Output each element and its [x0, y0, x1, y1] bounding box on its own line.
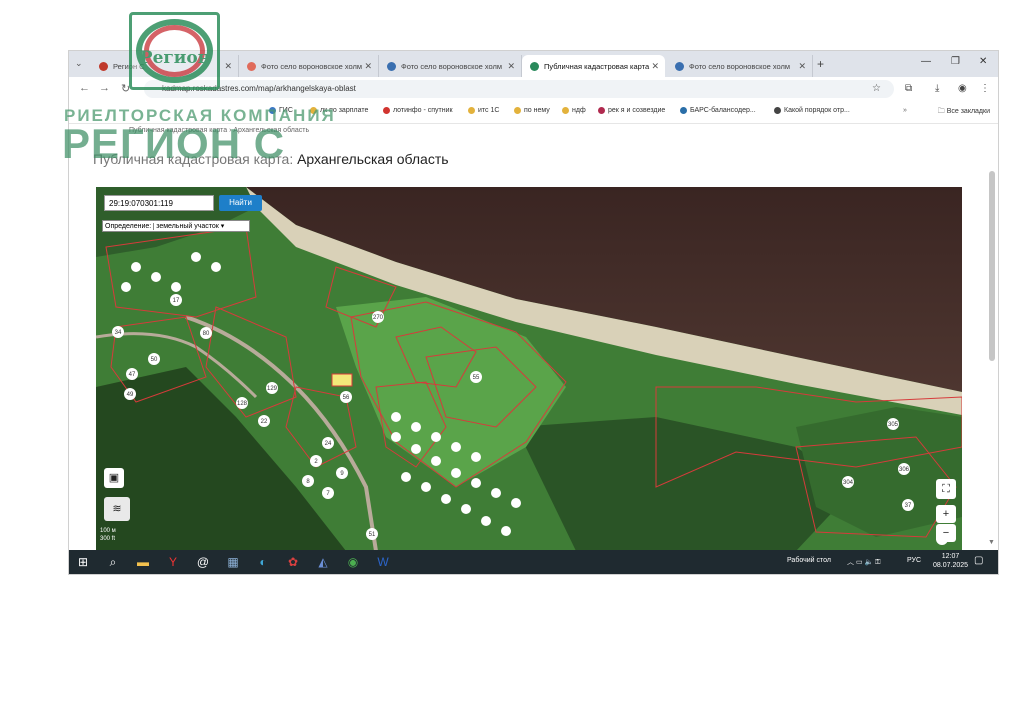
folder-icon	[562, 107, 569, 114]
fullscreen-icon[interactable]: ⛶	[936, 479, 956, 499]
close-tab-icon[interactable]: ✕	[651, 61, 659, 72]
parcel-label: 34	[115, 330, 122, 336]
satellite-imagery: 270 55 56 305 306 304 37 51 41 49 47 50 …	[96, 187, 962, 551]
browser-tab[interactable]: Фото село вороновское холм ✕	[379, 55, 522, 77]
more-bookmarks-icon[interactable]: »	[903, 107, 907, 114]
bookmark-icon	[774, 107, 781, 114]
parcel-label: 306	[899, 467, 910, 473]
calculator-icon[interactable]: ▦	[225, 554, 241, 570]
clock[interactable]: 12:07 08.07.2025	[933, 552, 968, 570]
tab-favicon-icon	[675, 61, 684, 71]
chevron-down-icon: ▾	[220, 223, 225, 230]
download-icon[interactable]: ⤓	[935, 83, 939, 94]
parcel-label: 49	[127, 392, 134, 398]
bookmark-item[interactable]: ндф	[562, 107, 586, 114]
parcel-label: 305	[888, 422, 899, 428]
zoom-out-button[interactable]: −	[936, 524, 956, 542]
parcel-label: 17	[173, 298, 180, 304]
chrome-icon[interactable]: ◉	[345, 554, 361, 570]
bookmark-item[interactable]: лотинфо - спутник	[383, 107, 453, 114]
zoom-in-button[interactable]: +	[936, 505, 956, 523]
scroll-down-icon[interactable]: ▼	[988, 539, 995, 546]
bookmark-item[interactable]: БАРС-балансодер...	[680, 107, 756, 114]
parcel-label: 22	[261, 419, 268, 425]
watermark-title: РЕГИОН С	[62, 120, 286, 167]
tab-favicon-icon	[247, 61, 256, 71]
all-bookmarks-folder[interactable]: 🗀 Все закладки	[938, 107, 990, 118]
mail-icon[interactable]: @	[195, 554, 211, 570]
parcel-label: 128	[237, 401, 248, 407]
cadastral-number-input[interactable]: 29:19:070301:119	[104, 195, 214, 211]
new-tab-button[interactable]: +	[817, 57, 824, 71]
forward-icon[interactable]: →	[99, 82, 110, 94]
parcel-label: 24	[325, 441, 332, 447]
edge-icon[interactable]: ◐	[255, 554, 271, 570]
parcel-label: 270	[373, 315, 384, 321]
yandex-browser-icon[interactable]: Y	[165, 554, 181, 570]
close-window-icon[interactable]: ✕	[979, 56, 987, 67]
windows-start-icon[interactable]: ⊞	[75, 554, 91, 570]
parcel-label: 80	[203, 331, 210, 337]
app-icon[interactable]: ◭	[315, 554, 331, 570]
tab-favicon-icon	[530, 61, 539, 71]
parcel-label: 47	[129, 372, 136, 378]
map-scale: 100 м 300 ft	[100, 527, 116, 543]
address-bar[interactable]: kadmap.roskadastres.com/map/arkhangelska…	[144, 80, 894, 98]
tab-favicon-icon	[387, 61, 396, 71]
tab-favicon-icon	[99, 61, 108, 71]
search-icon[interactable]: ⌕	[105, 554, 121, 570]
bookmark-item[interactable]: по нему	[514, 107, 550, 114]
extensions-icon[interactable]: ⧉	[905, 83, 912, 94]
definition-select[interactable]: Определение: земельный участок ▾	[102, 220, 250, 232]
back-icon[interactable]: ←	[79, 82, 90, 94]
folder-icon	[468, 107, 475, 114]
bookmark-item[interactable]: рек я и созвездие	[598, 107, 665, 114]
close-tab-icon[interactable]: ✕	[507, 61, 515, 72]
bookmark-star-icon[interactable]: ☆	[872, 83, 881, 94]
windows-taskbar: ⊞ ⌕ ▬ Y @ ▦ ◐ ✿ ◭ ◉ W Рабочий стол ︿ ▭ 🔈…	[69, 550, 998, 574]
close-tab-icon[interactable]: ✕	[364, 61, 372, 72]
language-indicator[interactable]: РУС	[907, 557, 921, 564]
parcel-label: 129	[267, 386, 278, 392]
word-icon[interactable]: W	[375, 554, 391, 570]
desktop-label[interactable]: Рабочий стол	[787, 557, 831, 564]
browser-tab-active[interactable]: Публичная кадастровая карта ✕	[522, 55, 665, 77]
bookmark-icon	[383, 107, 390, 114]
menu-icon[interactable]: ⋮	[980, 83, 990, 94]
app-icon[interactable]: ✿	[285, 554, 301, 570]
tab-search-icon[interactable]: ⌄	[75, 58, 83, 69]
cadastral-map[interactable]: 270 55 56 305 306 304 37 51 41 49 47 50 …	[96, 187, 962, 551]
bookmark-icon	[680, 107, 687, 114]
parcel-label: 51	[369, 532, 376, 538]
parcel-label: 304	[843, 480, 854, 486]
profile-icon[interactable]: ◉	[958, 83, 967, 94]
parcel-label: 56	[343, 395, 350, 401]
browser-tab[interactable]: Фото село вороновское холм ✕	[239, 55, 379, 77]
bookmark-item[interactable]: итс 1С	[468, 107, 499, 114]
layers-icon[interactable]: ≋	[104, 497, 130, 521]
parcel-label: 50	[151, 357, 158, 363]
browser-tab[interactable]: Фото село вороновское холм ✕	[667, 55, 813, 77]
folder-icon	[514, 107, 521, 114]
file-explorer-icon[interactable]: ▬	[135, 554, 151, 570]
notification-icon[interactable]: ▢	[974, 555, 983, 566]
scale-metric: 100 м	[100, 528, 116, 534]
bookmark-icon	[598, 107, 605, 114]
legend-icon[interactable]: ▣	[104, 468, 124, 488]
minimize-icon[interactable]: —	[921, 56, 931, 67]
parcel-label: 55	[473, 375, 480, 381]
close-tab-icon[interactable]: ✕	[224, 61, 232, 72]
bookmark-item[interactable]: Какой порядок отр...	[774, 107, 850, 114]
scale-imperial: 300 ft	[100, 536, 116, 542]
parcel-label: 37	[905, 503, 912, 509]
tray-icons[interactable]: ︿ ▭ 🔈 ⚿	[847, 557, 881, 567]
selected-parcel	[331, 373, 353, 387]
close-tab-icon[interactable]: ✕	[798, 61, 806, 72]
find-button[interactable]: Найти	[219, 195, 262, 211]
maximize-icon[interactable]: ❐	[951, 56, 960, 67]
page-scrollbar[interactable]	[989, 171, 995, 361]
watermark-logo: Регион	[129, 12, 220, 90]
